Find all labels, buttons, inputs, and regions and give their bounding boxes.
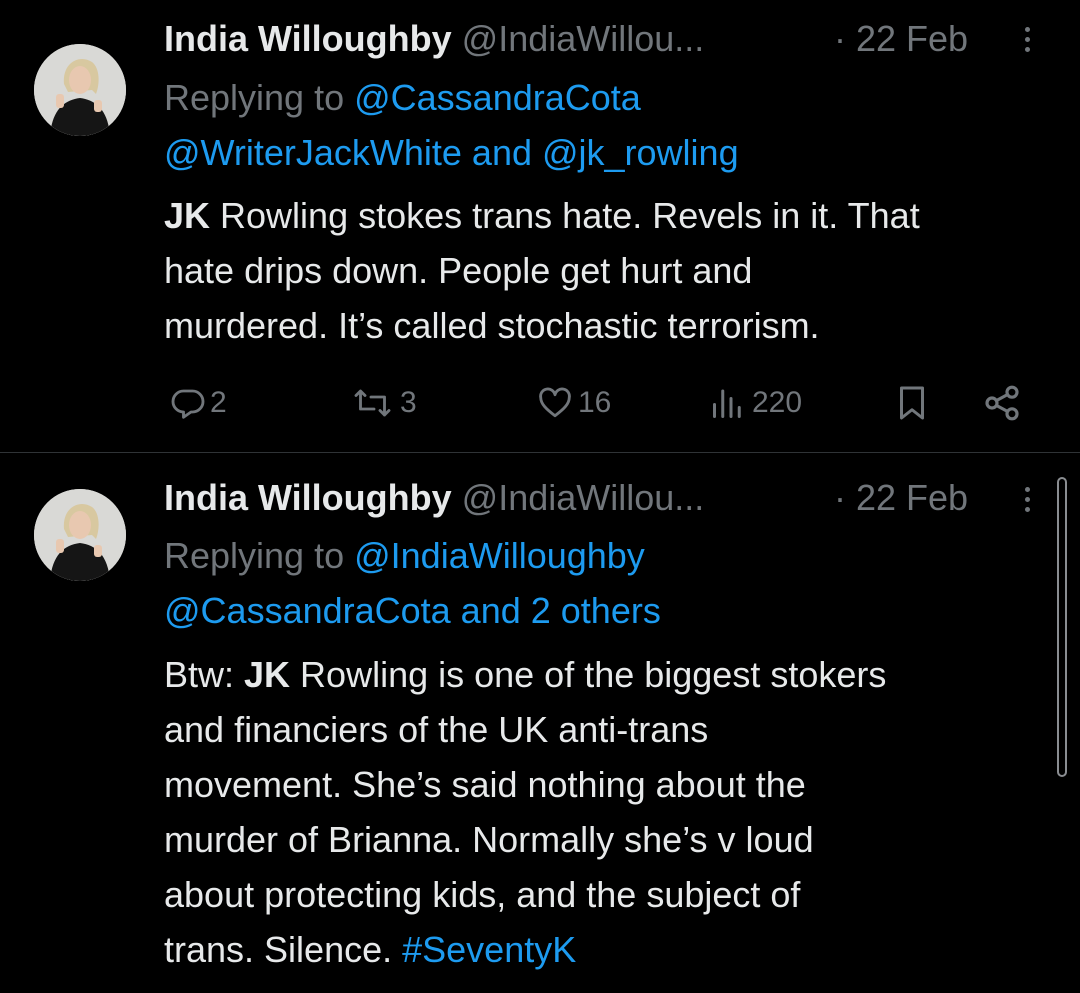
bookmark-button[interactable]: [894, 376, 930, 430]
text-line: about protecting kids, and the subject o…: [164, 874, 801, 915]
reply-count: 2: [210, 386, 227, 419]
text-prefix: Btw:: [164, 654, 245, 695]
bold-text: JK: [244, 654, 291, 695]
share-button[interactable]: [982, 376, 1022, 430]
separator-dot: ·: [834, 18, 846, 59]
avatar[interactable]: [34, 489, 126, 581]
text-line: and financiers of the UK anti-trans: [164, 709, 709, 750]
avatar[interactable]: [34, 44, 126, 136]
text-line: Rowling is one of the biggest stokers: [290, 654, 887, 695]
replying-prefix: Replying to: [164, 77, 355, 118]
reply-mention-link[interactable]: @WriterJackWhite and @jk_rowling: [164, 125, 1044, 180]
reply-icon: [171, 389, 205, 419]
bookmark-icon: [900, 386, 924, 420]
share-icon: [985, 385, 1019, 421]
separator-dot: ·: [834, 477, 846, 518]
more-icon[interactable]: [1016, 22, 1038, 62]
text-line: movement. She’s said nothing about the: [164, 764, 806, 805]
text-line: Rowling stokes trans hate. Revels in it.…: [210, 195, 920, 236]
bold-text: JK: [164, 195, 211, 236]
tweet-date[interactable]: 22 Feb: [856, 17, 968, 61]
reply-button[interactable]: 2: [170, 376, 227, 430]
reply-mention-link[interactable]: @CassandraCota and 2 others: [164, 583, 1044, 638]
author-handle[interactable]: @IndiaWillou...: [462, 477, 705, 518]
hashtag-link[interactable]: #SeventyK: [402, 929, 576, 970]
replying-to: Replying to @CassandraCota @WriterJackWh…: [164, 70, 1044, 180]
views-count: 220: [752, 386, 803, 419]
retweet-icon: [354, 389, 391, 417]
replying-prefix: Replying to: [164, 535, 355, 576]
text-line: hate drips down. People get hurt and: [164, 250, 753, 291]
retweet-button[interactable]: 3: [352, 376, 417, 430]
like-button[interactable]: 16: [536, 376, 611, 430]
text-line: murder of Brianna. Normally she’s v loud: [164, 819, 814, 860]
tweet[interactable]: India Willoughby @IndiaWillou... · 22 Feb…: [0, 0, 1080, 452]
tweet[interactable]: India Willoughby @IndiaWillou... · 22 Feb…: [0, 453, 1080, 993]
views-button[interactable]: 220: [708, 376, 802, 430]
tweet-text: JK Rowling stokes trans hate. Revels in …: [164, 188, 1054, 353]
scrollbar[interactable]: [1057, 477, 1067, 777]
tweet-text: Btw: JK Rowling is one of the biggest st…: [164, 647, 1054, 977]
author-name[interactable]: India Willoughby: [164, 477, 452, 518]
views-icon: [713, 389, 741, 418]
more-icon[interactable]: [1016, 482, 1038, 522]
text-line: murdered. It’s called stochastic terrori…: [164, 305, 820, 346]
replying-to: Replying to @IndiaWilloughby @CassandraC…: [164, 528, 1044, 638]
author-handle[interactable]: @IndiaWillou...: [462, 18, 705, 59]
tweet-date[interactable]: 22 Feb: [856, 476, 968, 520]
tweet-header: India Willoughby @IndiaWillou... · 22 Feb: [164, 476, 968, 520]
like-count: 16: [578, 386, 612, 419]
like-icon: [539, 387, 571, 418]
retweet-count: 3: [400, 386, 417, 419]
tweet-header: India Willoughby @IndiaWillou... · 22 Feb: [164, 17, 968, 61]
author-name[interactable]: India Willoughby: [164, 18, 452, 59]
reply-mention-link[interactable]: @CassandraCota: [354, 77, 641, 118]
action-bar: 2 3 16 220: [0, 376, 1080, 430]
reply-mention-link[interactable]: @IndiaWilloughby: [354, 535, 645, 576]
text-line: trans. Silence.: [164, 929, 403, 970]
